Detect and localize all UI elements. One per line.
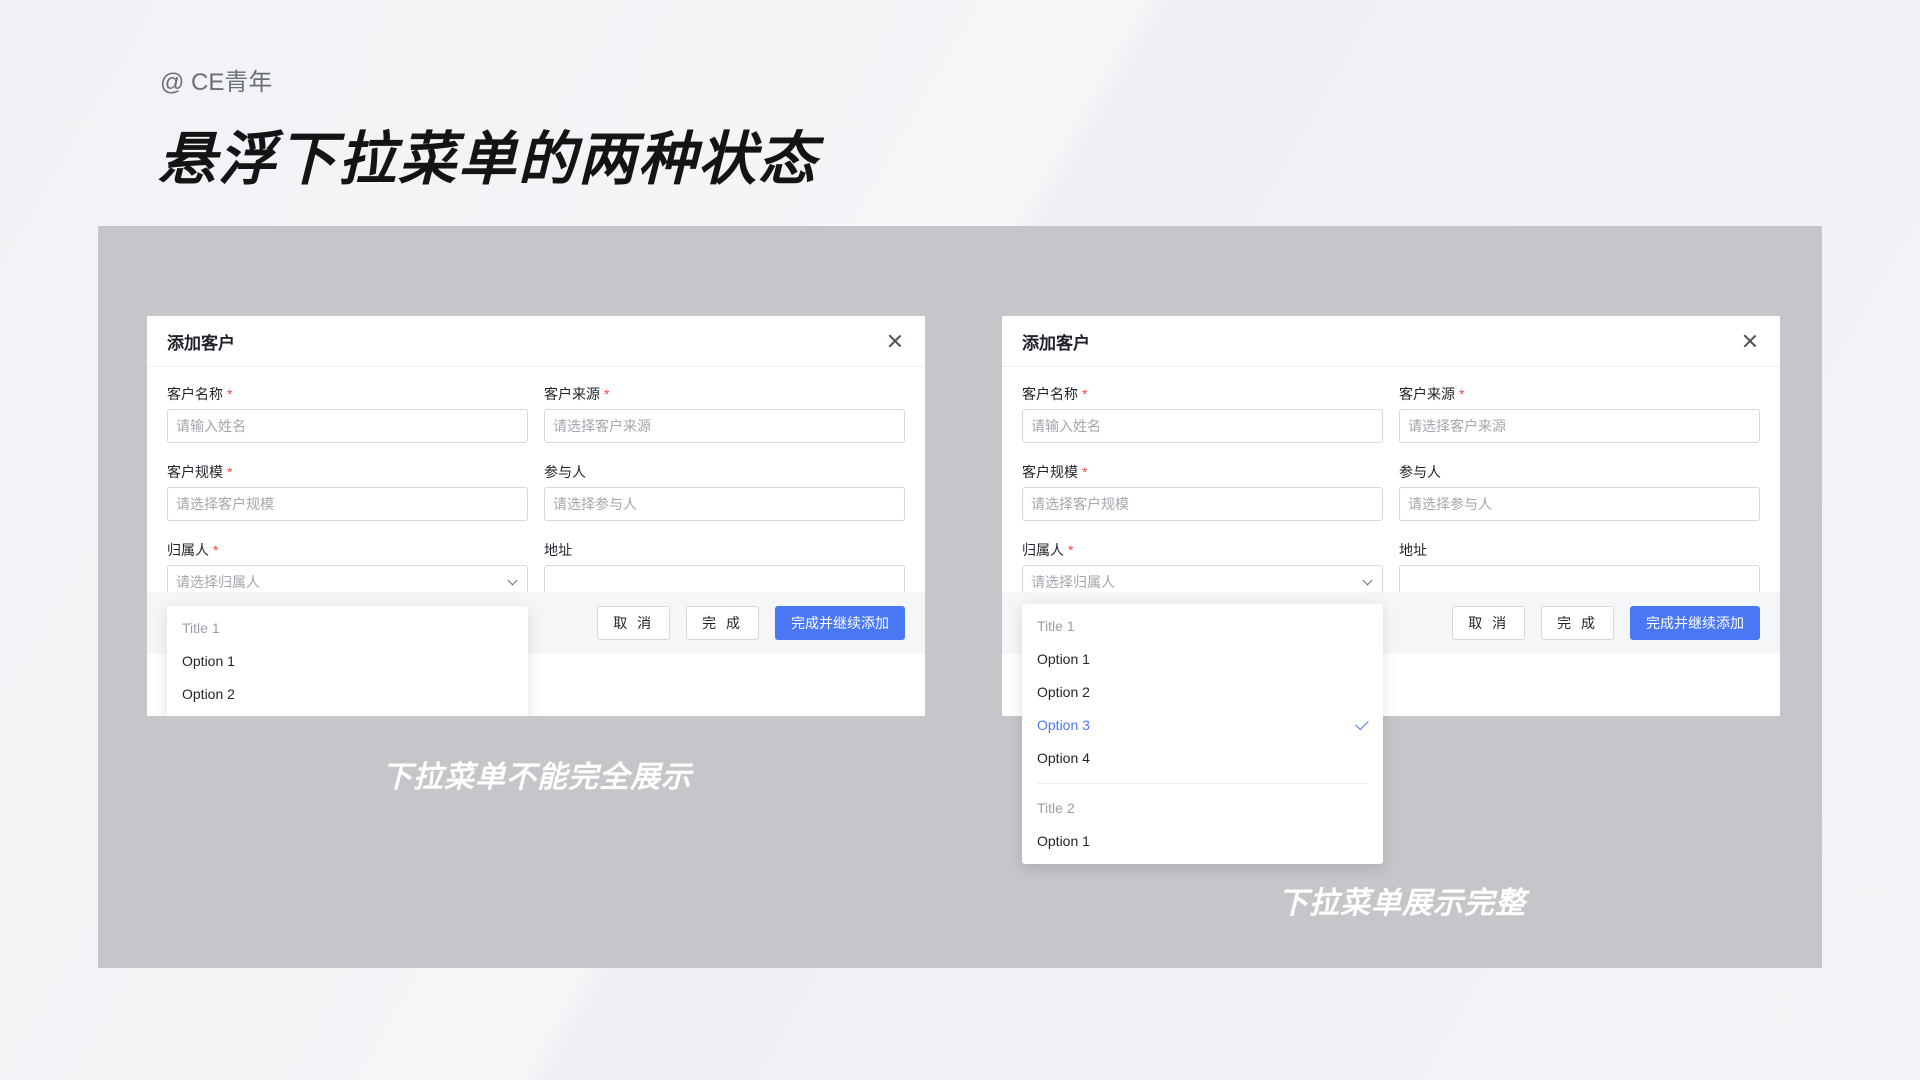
input-placeholder: 请选择客户规模 [176,488,274,520]
caption-complete: 下拉菜单展示完整 [1278,878,1526,922]
dropdown-option[interactable]: Option 2 [1022,676,1383,709]
field-label: 客户来源 [544,386,600,402]
input-placeholder: 请选择客户来源 [553,410,651,442]
participants-select[interactable]: 请选择参与人 [1399,487,1760,521]
chevron-down-icon [1363,575,1373,585]
required-mark: * [1082,464,1087,480]
field-label: 客户名称 [1022,386,1078,402]
chevron-down-icon [508,575,518,585]
field-label: 参与人 [1399,464,1441,480]
customer-name-input[interactable]: 请输入姓名 [1022,409,1383,443]
owner-dropdown-menu: Title 1 Option 1 Option 2 Option 3 Optio… [1022,604,1383,864]
participants-field: 参与人 请选择参与人 [1399,461,1760,539]
required-mark: * [213,542,218,558]
done-continue-button[interactable]: 完成并继续添加 [775,606,905,640]
add-customer-dialog-clipped: 添加客户 客户名称* 请输入姓名 客户来源* 请选择客户来源 客户规模* 请选择… [147,316,925,716]
customer-scale-select[interactable]: 请选择客户规模 [1022,487,1383,521]
cancel-button[interactable]: 取 消 [597,606,670,640]
page-headline: 悬浮下拉菜单的两种状态 [158,112,818,196]
field-label: 客户名称 [167,386,223,402]
customer-source-select[interactable]: 请选择客户来源 [544,409,905,443]
required-mark: * [604,386,609,402]
field-label: 参与人 [544,464,586,480]
dialog-header: 添加客户 [147,316,925,367]
close-icon[interactable] [885,331,905,351]
field-label: 归属人 [167,542,209,558]
dropdown-option[interactable]: Option 1 [1022,825,1383,858]
field-label: 归属人 [1022,542,1064,558]
field-label: 客户规模 [167,464,223,480]
required-mark: * [1459,386,1464,402]
customer-source-field: 客户来源* 请选择客户来源 [544,383,905,461]
required-mark: * [227,386,232,402]
dialog-header: 添加客户 [1002,316,1780,367]
dropdown-option[interactable]: Option 2 [167,678,528,711]
add-customer-dialog-complete: 添加客户 客户名称* 请输入姓名 客户来源* 请选择客户来源 客户规模* 请选择… [1002,316,1780,716]
input-placeholder: 请输入姓名 [1031,410,1101,442]
dialog-title: 添加客户 [167,329,235,354]
check-icon [1355,717,1368,730]
field-label: 客户规模 [1022,464,1078,480]
input-placeholder: 请选择参与人 [553,488,637,520]
dropdown-option-selected[interactable]: Option 3 [1022,709,1383,742]
customer-scale-select[interactable]: 请选择客户规模 [167,487,528,521]
required-mark: * [227,464,232,480]
close-icon[interactable] [1740,331,1760,351]
dropdown-group-title: Title 1 [167,612,528,645]
required-mark: * [1068,542,1073,558]
cancel-button[interactable]: 取 消 [1452,606,1525,640]
dropdown-group-title: Title 1 [1022,610,1383,643]
dropdown-option[interactable]: Option 1 [167,645,528,678]
participants-field: 参与人 请选择参与人 [544,461,905,539]
comparison-stage: 添加客户 客户名称* 请输入姓名 客户来源* 请选择客户来源 客户规模* 请选择… [98,226,1822,968]
customer-name-field: 客户名称* 请输入姓名 [1022,383,1383,461]
field-label: 地址 [1399,542,1427,558]
dropdown-option[interactable]: Option 4 [1022,742,1383,775]
customer-scale-field: 客户规模* 请选择客户规模 [167,461,528,539]
input-placeholder: 请选择参与人 [1408,488,1492,520]
participants-select[interactable]: 请选择参与人 [544,487,905,521]
dialog-body: 客户名称* 请输入姓名 客户来源* 请选择客户来源 客户规模* 请选择客户规模 … [1002,367,1780,654]
field-label: 客户来源 [1399,386,1455,402]
required-mark: * [1082,386,1087,402]
author-credit: @ CE青年 [160,62,272,97]
dropdown-divider [1037,783,1368,784]
customer-scale-field: 客户规模* 请选择客户规模 [1022,461,1383,539]
caption-clipped: 下拉菜单不能完全展示 [382,752,692,796]
input-placeholder: 请输入姓名 [176,410,246,442]
customer-name-field: 客户名称* 请输入姓名 [167,383,528,461]
input-placeholder: 请选择客户来源 [1408,410,1506,442]
owner-dropdown-menu: Title 1 Option 1 Option 2 Option 3 [167,606,528,716]
customer-source-select[interactable]: 请选择客户来源 [1399,409,1760,443]
field-label: 地址 [544,542,572,558]
dialog-body: 客户名称* 请输入姓名 客户来源* 请选择客户来源 客户规模* 请选择客户规模 … [147,367,925,654]
customer-name-input[interactable]: 请输入姓名 [167,409,528,443]
done-button[interactable]: 完 成 [686,606,759,640]
dropdown-group-title: Title 2 [1022,792,1383,825]
customer-source-field: 客户来源* 请选择客户来源 [1399,383,1760,461]
dropdown-option[interactable]: Option 1 [1022,643,1383,676]
done-continue-button[interactable]: 完成并继续添加 [1630,606,1760,640]
done-button[interactable]: 完 成 [1541,606,1614,640]
input-placeholder: 请选择客户规模 [1031,488,1129,520]
dropdown-option-selected[interactable]: Option 3 [167,711,528,716]
dialog-title: 添加客户 [1022,329,1090,354]
